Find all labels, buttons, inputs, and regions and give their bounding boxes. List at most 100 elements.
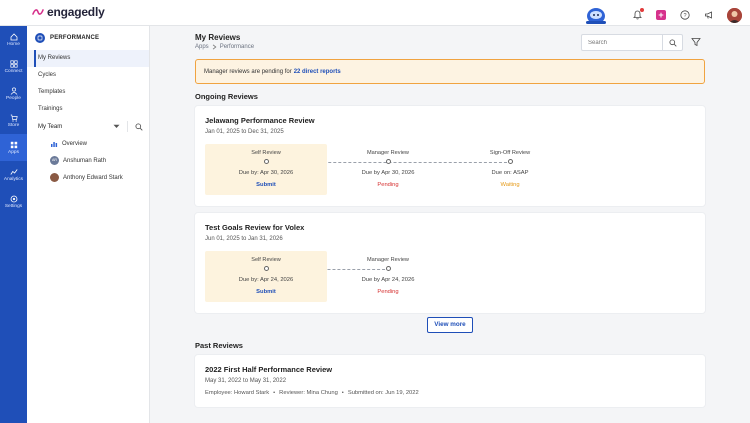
chevron-down-icon[interactable] [113, 124, 120, 129]
main-content: My Reviews Apps Performance Manager revi… [150, 26, 750, 423]
review-reviewer: Reviewer: Mina Chung [279, 390, 338, 396]
search-input[interactable] [582, 39, 662, 46]
page-title: My Reviews [195, 33, 241, 42]
rail-item-analytics[interactable]: Analytics [0, 161, 27, 188]
sidebar-header: PERFORMANCE [27, 26, 149, 50]
review-title[interactable]: Test Goals Review for Volex [205, 223, 304, 232]
review-dates: Jun 01, 2025 to Jan 31, 2026 [205, 236, 283, 242]
rail-item-settings[interactable]: Settings [0, 188, 27, 215]
sidebar-item-my-reviews[interactable]: My Reviews [27, 50, 149, 67]
create-button[interactable]: + [655, 9, 667, 21]
breadcrumb-performance[interactable]: Performance [220, 44, 254, 50]
stage-dot [508, 159, 513, 164]
announcements-button[interactable] [703, 9, 715, 21]
team-item-overview[interactable]: Overview [27, 135, 149, 152]
review-stages: Self Review Due by: Apr 30, 2026 Submit … [205, 144, 595, 195]
logo-mark-icon [32, 8, 44, 15]
performance-icon [35, 33, 45, 43]
stage-due: Due by Apr 24, 2026 [361, 277, 415, 283]
stage-due: Due by: Apr 24, 2026 [238, 277, 294, 283]
team-item-label: Anshuman Rath [63, 157, 107, 164]
stage-name: Self Review [251, 257, 281, 263]
filter-icon[interactable] [691, 37, 701, 47]
review-title[interactable]: 2022 First Half Performance Review [205, 365, 332, 374]
notification-dot [640, 8, 644, 12]
rail-label: Settings [4, 203, 23, 209]
submit-link[interactable]: Submit [205, 289, 327, 295]
search-field [581, 34, 683, 51]
stage-dot [264, 159, 269, 164]
review-card: Test Goals Review for Volex Jun 01, 2025… [195, 213, 705, 313]
past-reviews-heading: Past Reviews [195, 341, 243, 350]
sidebar-item-templates[interactable]: Templates [27, 84, 149, 101]
stage-due: Due by: Apr 30, 2026 [238, 170, 294, 176]
user-photo-icon [727, 7, 742, 23]
help-button[interactable]: ? [679, 9, 691, 21]
breadcrumb-apps[interactable]: Apps [195, 44, 209, 50]
team-item-anthony-edward-stark[interactable]: Anthony Edward Stark [27, 169, 149, 186]
rail-label: Connect [4, 68, 23, 74]
review-title[interactable]: Jelawang Performance Review [205, 116, 315, 125]
rail-item-people[interactable]: People [0, 80, 27, 107]
chevron-right-icon [212, 44, 217, 50]
avatar [50, 173, 59, 182]
review-submitted: Submitted on: Jun 19, 2022 [347, 390, 419, 396]
team-search-icon[interactable] [135, 122, 143, 131]
status-badge: Pending [377, 289, 399, 295]
rail-item-home[interactable]: Home [0, 26, 27, 53]
ongoing-reviews-heading: Ongoing Reviews [195, 92, 258, 101]
top-bar: engagedly + ? [0, 0, 750, 26]
alert-text: Manager reviews are pending for [204, 68, 292, 75]
stage-manager-review: Manager Review Due by Apr 24, 2026 Pendi… [327, 251, 449, 302]
user-avatar[interactable] [727, 7, 742, 23]
view-more-button[interactable]: View more [427, 317, 473, 333]
connect-icon [9, 59, 18, 68]
settings-icon [10, 195, 17, 202]
rail-label: Apps [8, 149, 19, 155]
rail-label: Analytics [3, 176, 24, 182]
sidebar-item-cycles[interactable]: Cycles [27, 67, 149, 84]
rail-item-store[interactable]: Store [0, 107, 27, 134]
stage-name: Sign-Off Review [489, 150, 531, 156]
rail-label: Store [7, 122, 20, 128]
review-stages: Self Review Due by: Apr 24, 2026 Submit … [205, 251, 595, 302]
past-review-card: 2022 First Half Performance Review May 3… [195, 355, 705, 407]
search-icon [668, 38, 677, 47]
rail-item-connect[interactable]: Connect [0, 53, 27, 80]
review-meta: Employee: Howard Stark • Reviewer: Mina … [205, 390, 419, 396]
sidebar-title: PERFORMANCE [50, 35, 100, 41]
my-team-label: My Team [38, 123, 63, 130]
rail-item-apps[interactable]: Apps [0, 134, 27, 161]
mascot-icon[interactable] [583, 4, 609, 26]
analytics-icon [9, 168, 18, 175]
main-nav-rail: Home Connect People Store Apps Analytics… [0, 26, 27, 423]
notifications-button[interactable] [631, 8, 644, 21]
direct-reports-link[interactable]: 22 direct reports [294, 69, 341, 75]
submit-link[interactable]: Submit [205, 182, 327, 188]
pending-reviews-alert: Manager reviews are pending for 22 direc… [195, 59, 705, 84]
sidebar-item-trainings[interactable]: Trainings [27, 101, 149, 118]
review-employee: Employee: Howard Stark [205, 390, 270, 396]
rail-label: Home [7, 41, 20, 47]
help-icon: ? [680, 10, 690, 20]
engagedly-logo[interactable]: engagedly [32, 5, 105, 19]
divider [127, 121, 128, 132]
status-badge: Waiting [500, 182, 520, 188]
stage-sign-off-review: Sign-Off Review Due on: ASAP Waiting [449, 144, 571, 195]
plus-icon: + [656, 10, 666, 20]
search-button[interactable] [662, 35, 682, 50]
people-icon [10, 87, 17, 95]
team-item-label: Anthony Edward Stark [63, 174, 123, 181]
stage-name: Manager Review [367, 257, 409, 263]
team-item-anshuman-rath[interactable]: AR Anshuman Rath [27, 152, 149, 169]
overview-chart-icon [51, 141, 58, 147]
avatar: AR [50, 156, 59, 165]
breadcrumb: Apps Performance [195, 44, 254, 50]
review-card: Jelawang Performance Review Jan 01, 2025… [195, 106, 705, 206]
meta-separator: • [341, 390, 344, 396]
stage-dot [264, 266, 269, 271]
logo-text: engagedly [47, 5, 105, 19]
team-item-label: Overview [62, 140, 88, 147]
stage-name: Self Review [251, 150, 281, 156]
stage-due: Due on: ASAP [491, 170, 529, 176]
